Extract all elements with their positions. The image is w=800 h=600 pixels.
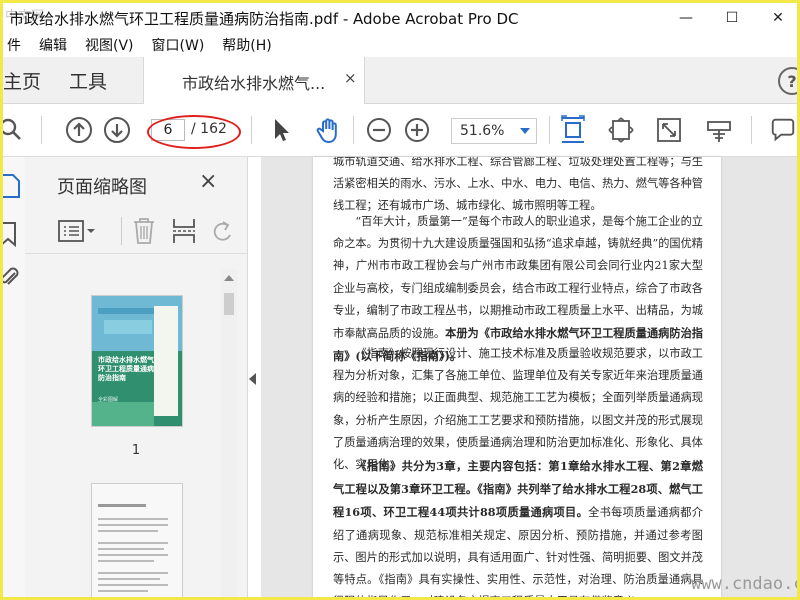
scroll-up-icon[interactable]: [224, 275, 234, 281]
maximize-button[interactable]: ☐: [709, 3, 755, 33]
search-icon[interactable]: [3, 116, 25, 144]
menu-edit[interactable]: 编辑: [39, 35, 67, 55]
attachment-icon[interactable]: [3, 265, 21, 295]
full-screen-icon[interactable]: [655, 116, 683, 144]
chevron-down-icon: [520, 128, 530, 134]
zoom-out-icon[interactable]: [365, 116, 393, 144]
toolbar-divider: [751, 116, 752, 144]
page-thumbnail-1[interactable]: 市政给水排水燃气环卫工程质量通病防治指南 全彩图解: [91, 295, 183, 427]
tab-bar: 主页 工具 市政给水排水燃气... × ?: [3, 57, 797, 104]
minimize-button[interactable]: —: [663, 3, 709, 33]
maximize-icon: ☐: [725, 10, 739, 26]
collapse-panel-icon[interactable]: [249, 373, 256, 385]
fit-page-icon[interactable]: [559, 115, 587, 144]
next-page-icon[interactable]: [103, 116, 131, 144]
page-thumbnail-2[interactable]: [91, 483, 183, 597]
app-window: 中文网 市政给水排水燃气环卫工程质量通病防治指南.pdf - Adobe Acr…: [0, 0, 800, 600]
tab-home[interactable]: 主页: [3, 67, 41, 94]
paragraph: 《指南》共分为3章，主要内容包括：第1章给水排水工程、第2章燃气工程以及第3章环…: [333, 455, 703, 597]
tab-close-icon[interactable]: ×: [344, 69, 357, 87]
thumbnails-toolbar: [25, 207, 247, 254]
comment-icon[interactable]: [769, 116, 797, 144]
thumbnails-panel: 页面缩略图 × 市政给水排水燃气环卫工程质量通病防治指南 全彩图解 1: [25, 157, 248, 597]
tab-document[interactable]: 市政给水排水燃气... ×: [143, 57, 365, 104]
paragraph: 城市轨道交通、给水排水工程、综合管廊工程、垃圾处理处置工程等；与生活紧密相关的雨…: [333, 157, 703, 213]
help-icon: ?: [787, 71, 797, 91]
close-panel-icon[interactable]: ×: [199, 169, 217, 194]
menu-bar: 件 编辑 视图(V) 窗口(W) 帮助(H): [3, 33, 797, 57]
menu-help[interactable]: 帮助(H): [222, 35, 271, 55]
toolbar-divider: [251, 116, 252, 144]
page-thumbnails-icon[interactable]: [3, 173, 21, 203]
thumbnail-cover-sub: 全彩图解: [98, 397, 119, 403]
toolbar-divider: [41, 116, 42, 144]
minimize-icon: —: [679, 10, 693, 26]
toolbar-divider: [121, 217, 122, 245]
rotate-page-icon[interactable]: [211, 217, 233, 249]
pdf-page: 城市轨道交通、给水排水工程、综合管廊工程、垃圾处理处置工程等；与生活紧密相关的雨…: [313, 157, 721, 597]
bookmark-icon[interactable]: [3, 221, 21, 251]
site-watermark: www.cndao.com: [691, 574, 797, 594]
window-title: 市政给水排水燃气环卫工程质量通病防治指南.pdf - Adobe Acrobat…: [9, 10, 519, 28]
toolbar-divider: [549, 116, 550, 144]
delete-page-icon[interactable]: [131, 217, 157, 249]
help-button[interactable]: ?: [778, 67, 797, 95]
read-mode-icon[interactable]: [705, 116, 733, 144]
scrolling-mode-icon[interactable]: [607, 116, 635, 144]
thumbnail-label-1: 1: [131, 443, 141, 458]
thumbnail-cover-title: 市政给水排水燃气环卫工程质量通病防治指南: [98, 356, 154, 382]
insert-page-icon[interactable]: [171, 217, 197, 249]
scroll-thumb[interactable]: [224, 293, 234, 315]
thumbnails-scrollbar[interactable]: [221, 269, 237, 597]
paragraph-text: “百年大计，质量第一”是每个市政人的职业追求，是每个施工企业的立命之本。为贯彻十…: [333, 215, 703, 341]
zoom-select[interactable]: 51.6%: [451, 118, 537, 144]
highlight-annotation: [147, 115, 241, 149]
menu-view[interactable]: 视图(V): [85, 35, 134, 55]
close-window-button[interactable]: ✕: [755, 3, 797, 33]
navigation-rail: [3, 157, 26, 597]
thumbnails-title: 页面缩略图: [57, 177, 147, 198]
hand-tool-icon[interactable]: [315, 116, 343, 144]
tab-document-label: 市政给水排水燃气...: [182, 74, 326, 93]
toolbar: 6 / 162 51.6%: [3, 104, 797, 157]
close-icon: ✕: [772, 10, 784, 26]
paragraph-text: 全书每项质量通病都介绍了通病现象、规范标准相关规定、原因分析、预防措施，并通过参…: [333, 506, 703, 597]
title-bar: 中文网 市政给水排水燃气环卫工程质量通病防治指南.pdf - Adobe Acr…: [3, 3, 797, 33]
options-menu-icon[interactable]: [57, 219, 97, 247]
document-viewer[interactable]: 城市轨道交通、给水排水工程、综合管廊工程、垃圾处理处置工程等；与生活紧密相关的雨…: [261, 157, 797, 597]
menu-window[interactable]: 窗口(W): [152, 35, 205, 55]
zoom-value: 51.6%: [460, 123, 505, 139]
menu-file[interactable]: 件: [7, 35, 21, 55]
select-cursor-icon[interactable]: [267, 116, 295, 144]
zoom-in-icon[interactable]: [403, 116, 431, 144]
toolbar-divider: [353, 116, 354, 144]
tab-tools[interactable]: 工具: [69, 67, 107, 94]
previous-page-icon[interactable]: [65, 116, 93, 144]
